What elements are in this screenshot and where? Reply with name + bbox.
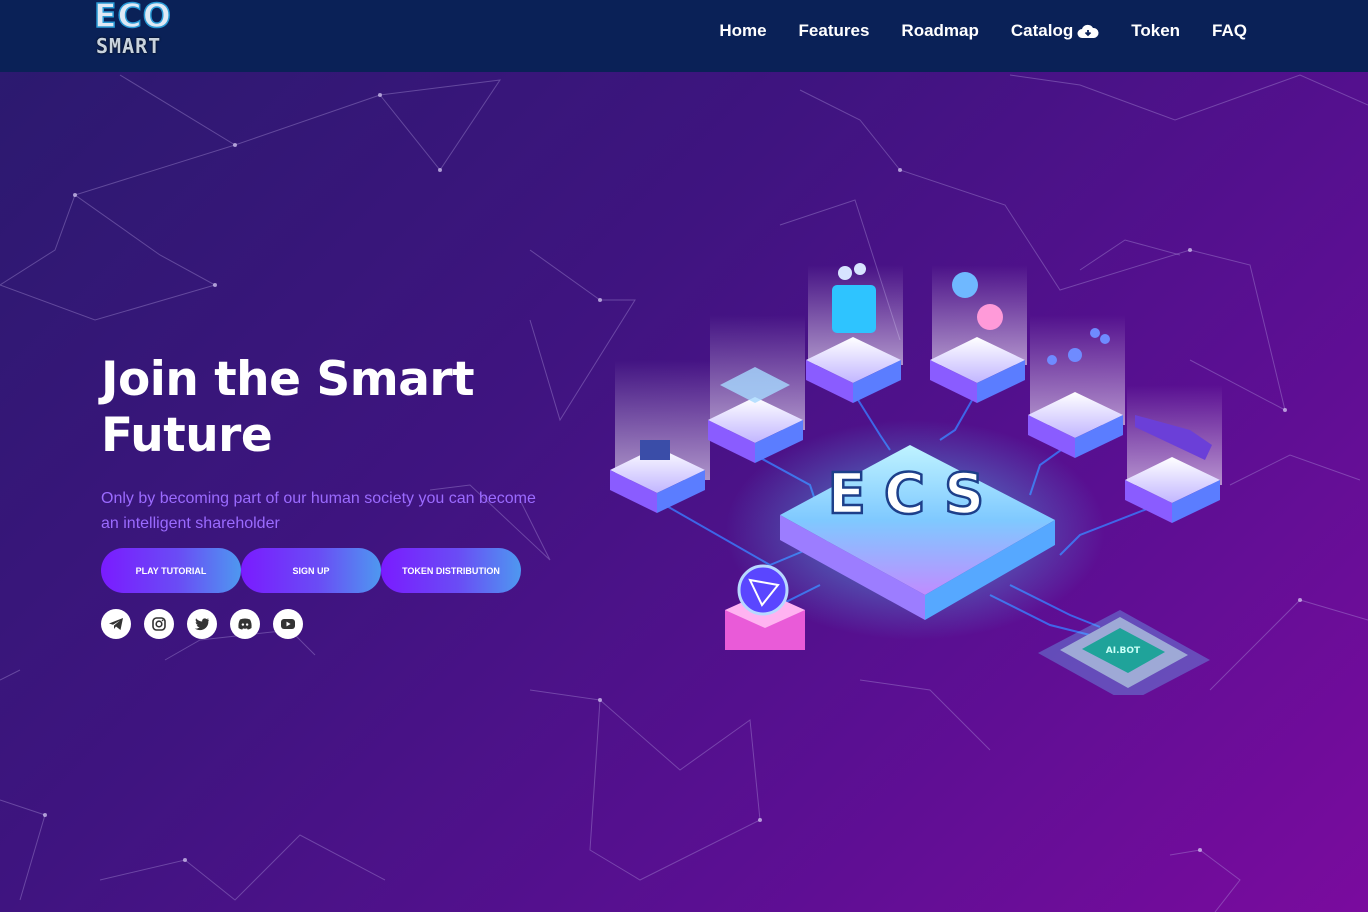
eco-smart-logo[interactable]: ECO SMART: [93, 0, 194, 62]
ai-chip: AI.BOT: [1038, 610, 1210, 695]
hero-title-line2: Future: [101, 408, 273, 463]
ecs-letters: ECS: [828, 462, 1003, 527]
nav-catalog[interactable]: Catalog: [1011, 21, 1099, 41]
nav-features[interactable]: Features: [799, 21, 870, 41]
chip-label: AI.BOT: [1106, 646, 1141, 656]
logo-text-bottom: SMART: [96, 34, 162, 58]
telegram-link[interactable]: [101, 609, 131, 639]
youtube-link[interactable]: [273, 609, 303, 639]
logo-text-top: ECO: [93, 0, 172, 36]
instagram-link[interactable]: [144, 609, 174, 639]
nav-token[interactable]: Token: [1131, 21, 1180, 41]
hero-title-line1: Join the Smart: [101, 352, 475, 407]
telegram-icon: [109, 618, 123, 630]
cloud-download-icon: [1077, 24, 1099, 38]
social-links: [101, 609, 303, 639]
hero-subtitle: Only by becoming part of our human socie…: [101, 490, 536, 532]
top-navbar: ECO SMART Home Features Roadmap Catalog …: [0, 0, 1368, 72]
ecosystem-illustration: ECS AI.BOT: [610, 263, 1222, 695]
play-tutorial-button[interactable]: PLAY TUTORIAL: [101, 548, 241, 593]
hero-title: Join the Smart Future: [101, 352, 561, 464]
token-distribution-button[interactable]: TOKEN DISTRIBUTION: [381, 548, 521, 593]
sign-up-button[interactable]: SIGN UP: [241, 548, 381, 593]
youtube-icon: [281, 619, 295, 629]
hero-buttons: PLAY TUTORIAL SIGN UP TOKEN DISTRIBUTION: [101, 548, 521, 593]
instagram-icon: [152, 617, 166, 631]
discord-icon: [238, 618, 252, 630]
nav-faq[interactable]: FAQ: [1212, 21, 1247, 41]
nav-home[interactable]: Home: [719, 21, 766, 41]
twitter-link[interactable]: [187, 609, 217, 639]
twitter-icon: [194, 618, 209, 631]
discord-link[interactable]: [230, 609, 260, 639]
hero-section: Join the Smart Future Only by becoming p…: [101, 352, 561, 536]
main-nav: Home Features Roadmap Catalog Token FAQ: [719, 21, 1247, 41]
nav-catalog-label: Catalog: [1010, 21, 1074, 40]
nav-roadmap[interactable]: Roadmap: [901, 21, 978, 41]
